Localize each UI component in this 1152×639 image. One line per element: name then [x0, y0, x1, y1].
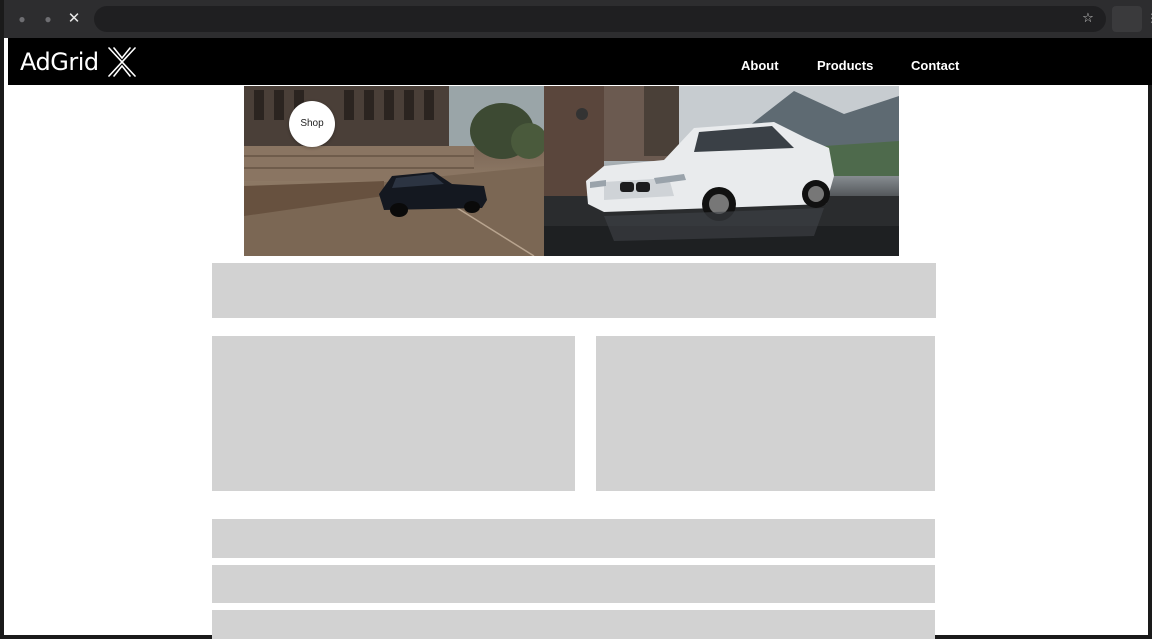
forward-icon[interactable]: ●: [40, 11, 56, 27]
placeholder-banner: [212, 263, 936, 318]
hero-image-left: Shop: [244, 86, 544, 256]
browser-menu-icon[interactable]: ⋮: [1146, 10, 1152, 26]
placeholder-row: [212, 565, 935, 603]
extension-area[interactable]: [1112, 6, 1142, 32]
placeholder-row: [212, 519, 935, 558]
placeholder-card-left: [212, 336, 575, 491]
site-header: AdGrid About Products Contact: [8, 38, 1152, 85]
white-sedan-photo: [544, 86, 899, 256]
hero-image-right: [544, 86, 899, 256]
stop-loading-icon[interactable]: ✕: [66, 11, 82, 27]
bookmark-star-icon[interactable]: ☆: [1080, 10, 1096, 26]
hero-banner: Shop: [244, 86, 899, 256]
browser-toolbar: ● ● ✕ ☆ ⋮: [4, 0, 1152, 38]
placeholder-row: [212, 610, 935, 639]
back-icon[interactable]: ●: [14, 11, 30, 27]
site-logo[interactable]: AdGrid: [20, 47, 139, 77]
browser-window: ● ● ✕ ☆ ⋮ AdGrid About Products Contact: [0, 0, 1152, 639]
shop-button[interactable]: Shop: [289, 101, 335, 147]
placeholder-card-right: [596, 336, 935, 491]
nav-link-about[interactable]: About: [741, 58, 779, 73]
address-bar[interactable]: [94, 6, 1106, 32]
nav-link-products[interactable]: Products: [817, 58, 873, 73]
logo-text: AdGrid: [20, 48, 99, 76]
nav-link-contact[interactable]: Contact: [911, 58, 959, 73]
dark-sedan-photo: [244, 86, 544, 256]
logo-mark-icon: [107, 47, 136, 77]
